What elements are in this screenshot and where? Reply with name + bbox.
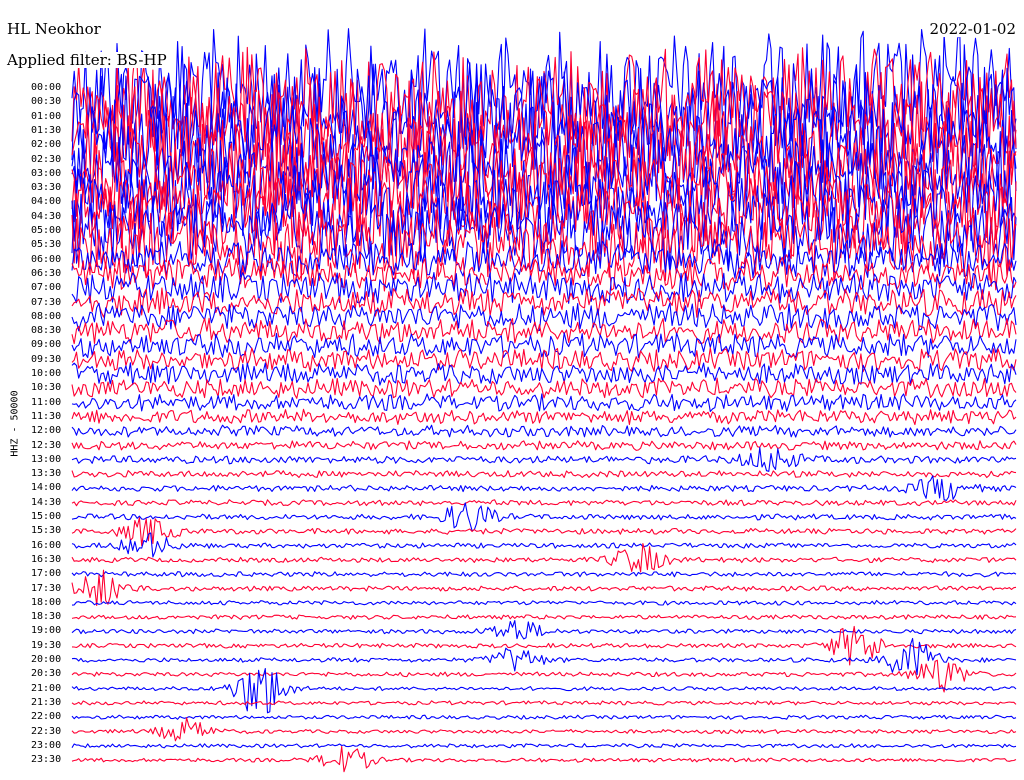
time-tick-0800: 08:00 [31,310,62,322]
trace-row-1130 [71,408,1017,426]
time-tick-0230: 02:30 [31,153,62,165]
trace-row-1300 [71,446,1017,472]
time-tick-1030: 10:30 [31,382,62,394]
trace-row-2230 [71,717,1017,742]
time-tick-1630: 16:30 [31,553,62,565]
trace-row-1630 [71,543,1017,573]
time-tick-1130: 11:30 [31,410,62,422]
time-tick-2200: 22:00 [31,711,62,723]
time-tick-1400: 14:00 [31,482,62,494]
time-tick-0130: 01:30 [31,124,62,136]
trace-row-2200 [71,714,1017,720]
time-tick-0900: 09:00 [31,339,62,351]
trace-row-1800 [71,599,1017,606]
time-tick-0100: 01:00 [31,110,62,122]
filter-label: Applied filter: BS-HP [5,51,169,69]
date-label: 2022-01-02 [927,20,1018,38]
time-tick-1000: 10:00 [31,368,62,379]
time-tick-2000: 20:00 [31,654,62,665]
trace-row-1530 [71,517,1017,547]
time-tick-2130: 21:30 [31,696,62,708]
channel-axis-label: HHZ - 50000 [9,390,21,457]
trace-rows [71,28,1017,773]
helicorder-plot [71,28,1017,773]
trace-row-0700 [71,272,1017,304]
time-tick-1600: 16:00 [31,539,62,551]
time-tick-1800: 18:00 [31,596,62,608]
trace-row-1900 [71,620,1017,640]
time-tick-2230: 22:30 [31,725,62,737]
time-tick-2330: 23:30 [31,754,62,766]
trace-row-1000 [71,362,1017,386]
time-tick-1500: 15:00 [31,511,62,522]
time-tick-0400: 04:00 [31,196,62,208]
time-tick-1330: 13:30 [31,468,62,480]
trace-row-1230 [71,440,1017,451]
time-tick-0000: 00:00 [31,82,62,93]
trace-row-0800 [71,302,1017,332]
time-tick-2030: 20:30 [31,668,62,680]
trace-row-1700 [71,571,1017,578]
trace-row-2130 [71,700,1017,706]
time-tick-0630: 06:30 [31,267,62,279]
time-tick-1100: 11:00 [31,396,62,408]
time-tick-2300: 23:00 [31,739,62,751]
time-tick-0030: 00:30 [31,96,62,108]
time-tick-0500: 05:00 [31,225,62,236]
time-tick-1830: 18:30 [31,611,62,623]
trace-row-1400 [71,475,1017,502]
time-tick-0300: 03:00 [31,167,62,179]
time-tick-0430: 04:30 [31,210,62,222]
time-tick-1900: 19:00 [31,625,62,637]
trace-row-1330 [71,470,1017,479]
time-tick-1230: 12:30 [31,439,62,451]
time-tick-1930: 19:30 [31,639,62,651]
time-tick-1430: 14:30 [31,496,62,508]
trace-row-2330 [71,745,1017,773]
trace-row-0830 [71,317,1017,345]
time-tick-1530: 15:30 [31,525,62,537]
time-tick-0600: 06:00 [31,253,62,265]
trace-row-1430 [71,499,1017,507]
time-tick-0830: 08:30 [31,325,62,337]
time-tick-0530: 05:30 [31,239,62,251]
trace-row-1830 [71,614,1017,620]
time-tick-0700: 07:00 [31,282,62,294]
trace-row-0730 [71,287,1017,318]
time-tick-1200: 12:00 [31,425,62,437]
trace-row-1200 [71,424,1017,438]
station-title: HL Neokhor [5,20,103,38]
time-tick-2100: 21:00 [31,682,62,694]
time-tick-1300: 13:00 [31,453,62,465]
trace-row-1500 [71,502,1017,532]
time-tick-0730: 07:30 [31,296,62,308]
trace-row-2300 [71,743,1017,749]
time-tick-0930: 09:30 [31,353,62,365]
time-tick-1700: 17:00 [31,568,62,580]
time-tick-0200: 02:00 [31,139,62,151]
trace-row-0000 [71,28,1017,148]
trace-row-1600 [71,532,1017,558]
time-tick-1730: 17:30 [31,582,62,594]
time-tick-0330: 03:30 [31,182,62,194]
